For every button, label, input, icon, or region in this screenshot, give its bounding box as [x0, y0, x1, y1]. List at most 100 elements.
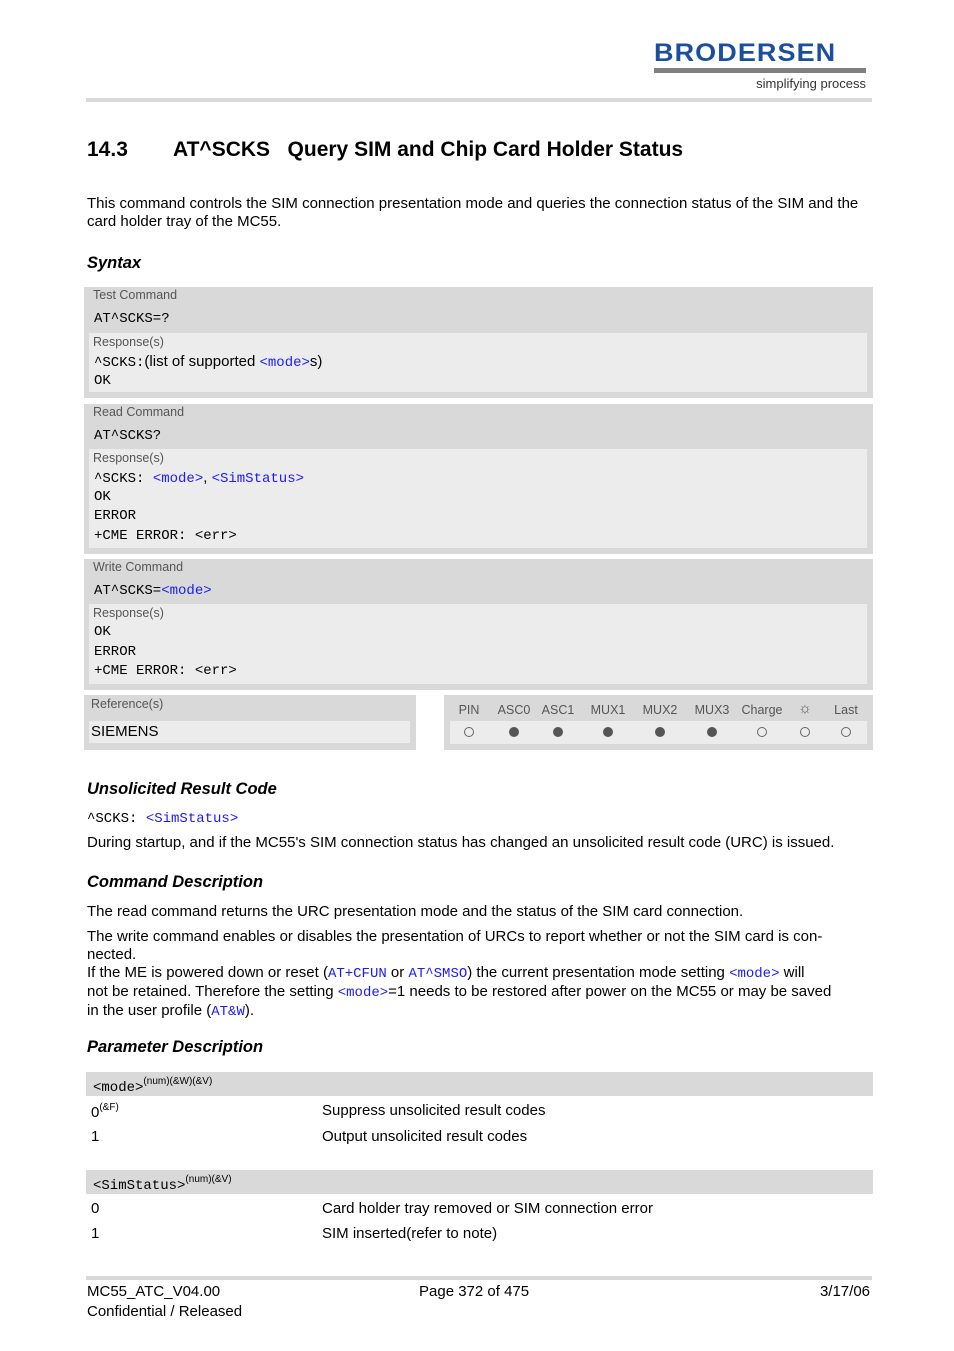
read-response: Response(s) ^SCKS: <mode>, <SimStatus> O… [89, 449, 867, 548]
read-command-block: Read Command AT^SCKS? Response(s) ^SCKS:… [84, 404, 873, 554]
status-dot-pin [464, 727, 474, 737]
page-title: 14.3 AT^SCKS Query SIM and Chip Card Hold… [87, 138, 683, 162]
response-line: ^SCKS:(list of supported <mode>s) [89, 352, 867, 372]
text: will [779, 964, 805, 981]
at-w-link[interactable]: AT&W [211, 1004, 245, 1020]
write-command: AT^SCKS=<mode> [84, 579, 873, 603]
pin-label-pin: PIN [458, 703, 480, 717]
param-value: 0(&F) [91, 1102, 119, 1121]
simstatus-link[interactable]: <SimStatus> [146, 811, 238, 827]
intro-paragraph: This command controls the SIM connection… [87, 195, 859, 230]
test-command-label: Test Command [93, 288, 178, 302]
param-value-desc: SIM inserted(refer to note) [322, 1225, 498, 1242]
test-response: Response(s) ^SCKS:(list of supported <mo… [89, 333, 867, 392]
at-cfun-link[interactable]: AT+CFUN [328, 966, 387, 982]
status-dot-mux2 [655, 727, 665, 737]
pin-label-mux3: MUX3 [694, 703, 730, 717]
param-value: 0 [91, 1200, 100, 1217]
text: If the ME is powered down or reset ( [87, 964, 328, 981]
logo-bar [654, 68, 866, 73]
param-value: 1 [91, 1128, 100, 1145]
param-value-desc: Output unsolicited result codes [322, 1128, 528, 1145]
param-header-mode: <mode>(num)(&W)(&V) [86, 1072, 873, 1096]
pin-label-mux1: MUX1 [590, 703, 626, 717]
response-line: +CME ERROR: <err> [94, 663, 237, 679]
test-command-block: Test Command AT^SCKS=? Response(s) ^SCKS… [84, 287, 873, 398]
value-attr: (&F) [99, 1102, 119, 1113]
response-text: s) [309, 353, 323, 370]
pin-label-mux2: MUX2 [642, 703, 678, 717]
text: in the user profile ( [87, 1002, 212, 1019]
param-value: 1 [91, 1225, 100, 1242]
response-label: Response(s) [93, 606, 164, 620]
status-dot-mux3 [707, 727, 717, 737]
response-line: ERROR [94, 508, 137, 524]
response-line: +CME ERROR: <err> [94, 527, 237, 544]
response-line: ERROR [94, 643, 137, 660]
param-value-desc: Card holder tray removed or SIM connecti… [322, 1200, 653, 1217]
read-command-label: Read Command [93, 405, 185, 419]
param-name: <SimStatus>(num)(&V) [93, 1174, 232, 1194]
response-line: OK [94, 624, 111, 640]
cmd-desc-p2: The write command enables or disables th… [87, 928, 873, 1021]
footer-rule [86, 1276, 872, 1280]
cmd-desc-line: in the user profile (AT&W). [87, 1002, 873, 1021]
text: ) the current presentation mode setting [467, 964, 730, 981]
param-header-simstatus: <SimStatus>(num)(&V) [86, 1170, 873, 1194]
parameter-description-heading: Parameter Description [87, 1038, 264, 1056]
mode-link[interactable]: <mode> [338, 985, 388, 1001]
interface-status-row [450, 721, 867, 744]
at-smso-link[interactable]: AT^SMSO [408, 966, 467, 982]
cmd-desc-p1: The read command returns the URC present… [87, 903, 744, 920]
mode-link[interactable]: <mode> [729, 966, 779, 982]
cmd-desc-line: nected. [87, 946, 137, 963]
urc-heading: Unsolicited Result Code [87, 780, 277, 798]
param-attrs: (num)(&V) [185, 1174, 232, 1185]
status-dot-last [841, 727, 851, 737]
write-command-block: Write Command AT^SCKS=<mode> Response(s)… [84, 559, 873, 690]
text: =1 needs to be restored after power on t… [388, 983, 832, 1000]
reference-block: Reference(s) SIEMENS [84, 695, 416, 750]
mode-link[interactable]: <mode> [153, 471, 203, 487]
syntax-heading: Syntax [87, 254, 142, 272]
param-name-text: <SimStatus> [93, 1178, 186, 1194]
pin-label-asc0: ASC0 [497, 703, 531, 717]
alarm-icon: ☼ [798, 700, 812, 717]
pin-label-asc1: ASC1 [541, 703, 575, 717]
interface-matrix: PIN ASC0 ASC1 MUX1 MUX2 MUX3 Charge ☼ Last [444, 695, 873, 750]
test-command: AT^SCKS=? [94, 311, 170, 327]
brodersen-logo: BRODERSEN simplifying process [654, 40, 866, 91]
response-ok: OK [94, 372, 111, 389]
response-line: ^SCKS: <mode>, <SimStatus> [89, 468, 867, 488]
cmd-desc-line: The write command enables or disables th… [87, 928, 823, 945]
param-value-desc: Suppress unsolicited result codes [322, 1102, 546, 1119]
header-rule [86, 98, 872, 102]
text: not be retained. Therefore the setting [87, 983, 338, 1000]
response-prefix: ^SCKS: [94, 471, 153, 487]
footer-doc-id: MC55_ATC_V04.00 [87, 1283, 221, 1300]
write-response: Response(s) OK ERROR +CME ERROR: <err> [89, 604, 867, 684]
mode-link[interactable]: <mode> [161, 583, 211, 599]
response-label: Response(s) [93, 335, 164, 349]
param-name: <mode>(num)(&W)(&V) [93, 1076, 212, 1096]
command-prefix: AT^SCKS= [94, 583, 162, 599]
response-label: Response(s) [93, 451, 164, 465]
logo-brand: BRODERSEN [654, 39, 837, 67]
reference-label: Reference(s) [91, 697, 164, 711]
cmd-desc-line: not be retained. Therefore the setting <… [87, 983, 873, 1002]
urc-prefix: ^SCKS: [87, 811, 146, 827]
text: or [386, 964, 409, 981]
param-name-text: <mode> [93, 1080, 144, 1096]
response-line: OK [94, 488, 111, 505]
footer-status: Confidential / Released [87, 1303, 243, 1320]
logo-tagline: simplifying process [756, 76, 866, 91]
write-command-label: Write Command [93, 560, 184, 574]
status-dot-asc1 [553, 727, 563, 737]
urc-code: ^SCKS: <SimStatus> [87, 811, 238, 827]
mode-link[interactable]: <mode> [259, 355, 309, 371]
simstatus-link[interactable]: <SimStatus> [212, 471, 304, 487]
reference-value: SIEMENS [89, 721, 410, 743]
section-number: 14.3 [87, 138, 128, 161]
separator: , [203, 469, 212, 486]
param-attrs: (num)(&W)(&V) [143, 1076, 213, 1087]
